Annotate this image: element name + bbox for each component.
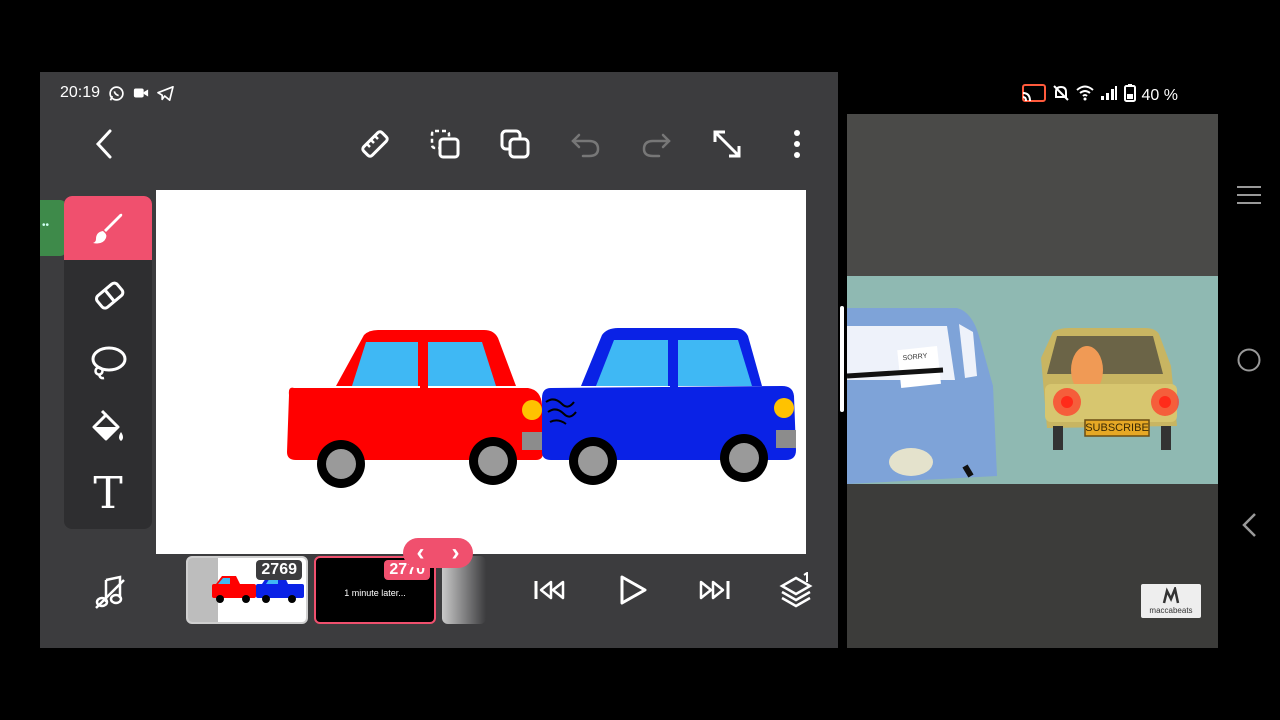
clock: 20:19 xyxy=(60,84,101,101)
muted-music-icon xyxy=(95,575,125,609)
status-bar: 20:19 xyxy=(60,84,174,102)
back-button[interactable] xyxy=(84,124,124,164)
video-scene-art xyxy=(847,308,1179,484)
ruler-button[interactable] xyxy=(355,124,395,164)
frame-nav-pill: ‹ › xyxy=(403,538,473,568)
signal-icon xyxy=(1100,85,1118,106)
side-panel-handle[interactable]: •• xyxy=(40,200,66,256)
skip-to-start-button[interactable] xyxy=(528,570,572,610)
play-icon xyxy=(620,575,647,605)
copy-layer-button[interactable] xyxy=(425,124,465,164)
battery-percent: 40 % xyxy=(1141,86,1178,104)
video-player[interactable]: SUBSCRIBE SORRY maccabeats xyxy=(847,114,1218,648)
expand-button[interactable] xyxy=(707,124,747,164)
video-frame: SUBSCRIBE SORRY xyxy=(847,276,1218,484)
menu-icon xyxy=(1237,186,1261,204)
animation-app: 20:19 •• T 2769 2770 1 minute later... ‹… xyxy=(40,72,838,648)
skip-to-end-button[interactable] xyxy=(692,570,736,610)
back-nav-button[interactable] xyxy=(1232,508,1266,542)
mute-sound-button[interactable] xyxy=(88,572,132,612)
split-screen-divider[interactable] xyxy=(840,306,844,412)
redo-icon xyxy=(642,133,671,158)
expand-icon xyxy=(713,130,741,158)
back-icon xyxy=(95,129,112,159)
right-status-bar: 40 % xyxy=(847,72,1218,114)
skip-back-icon xyxy=(534,580,565,600)
next-frame-button[interactable]: › xyxy=(452,541,460,565)
home-circle-icon xyxy=(1237,348,1261,372)
layers-icon xyxy=(500,129,530,159)
eraser-icon xyxy=(95,281,125,310)
lasso-icon xyxy=(91,346,127,380)
prev-frame-button[interactable]: ‹ xyxy=(417,541,425,565)
battery-icon xyxy=(1123,84,1136,107)
drawing-canvas[interactable] xyxy=(156,190,806,554)
video-camera-icon xyxy=(133,86,149,100)
play-button[interactable] xyxy=(610,570,654,610)
video-letterbox-top xyxy=(847,114,1218,276)
chevron-left-icon xyxy=(1242,513,1256,537)
skip-forward-icon xyxy=(699,580,730,600)
layers-button[interactable] xyxy=(495,124,535,164)
maccabeats-logo: maccabeats xyxy=(1141,584,1201,618)
undo-icon xyxy=(571,133,600,158)
home-button[interactable] xyxy=(1232,343,1266,377)
ruler-icon xyxy=(361,130,389,158)
mute-icon xyxy=(1052,84,1070,107)
redo-button[interactable] xyxy=(636,124,676,164)
eraser-tool[interactable] xyxy=(64,264,152,328)
undo-button[interactable] xyxy=(566,124,606,164)
logo-mark xyxy=(1162,584,1180,604)
text-tool[interactable]: T xyxy=(64,462,152,526)
more-icon xyxy=(794,130,800,158)
frame-number: 2769 xyxy=(256,560,302,580)
fill-tool[interactable] xyxy=(64,396,152,460)
paint-bucket-icon xyxy=(92,409,123,441)
tool-panel: T xyxy=(64,196,152,529)
timeline-frame[interactable]: 2769 xyxy=(186,556,308,624)
add-frame-button[interactable] xyxy=(774,570,818,610)
logo-text: maccabeats xyxy=(1149,606,1193,615)
brush-icon xyxy=(93,213,123,244)
frames-stack-icon xyxy=(779,572,813,608)
canvas-drawing xyxy=(287,328,796,488)
recent-apps-button[interactable] xyxy=(1232,178,1266,212)
text-tool-glyph: T xyxy=(93,468,123,519)
wifi-icon xyxy=(1075,85,1094,106)
license-plate-text: SUBSCRIBE xyxy=(1085,422,1149,434)
more-button[interactable] xyxy=(777,124,817,164)
telegram-icon xyxy=(157,85,174,101)
brush-tool[interactable] xyxy=(64,196,152,260)
lasso-tool[interactable] xyxy=(64,330,152,394)
cast-icon xyxy=(1021,84,1046,107)
whatsapp-icon xyxy=(108,85,125,102)
handle-dots-icon: •• xyxy=(42,220,50,231)
copy-layer-icon xyxy=(430,129,460,159)
screen: 20:19 •• T 2769 2770 1 minute later... ‹… xyxy=(0,0,1280,720)
frame-caption: 1 minute later... xyxy=(344,588,406,598)
